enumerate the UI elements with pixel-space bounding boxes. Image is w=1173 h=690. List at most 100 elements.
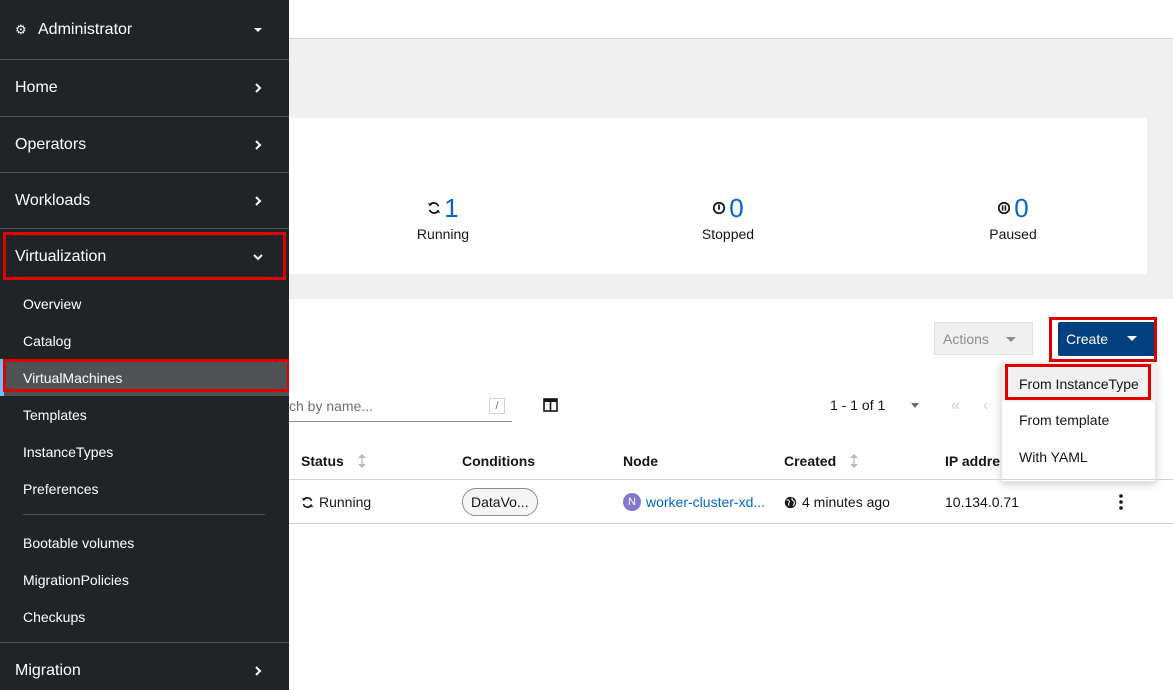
column-status[interactable]: Status: [301, 453, 366, 469]
status-stopped[interactable]: 0 Stopped: [658, 192, 798, 243]
sidebar-section-migration[interactable]: Migration: [0, 642, 289, 690]
sync-icon: [428, 202, 441, 214]
pagination-toggle[interactable]: 1 - 1 of 1: [830, 397, 920, 413]
row-status-label: Running: [319, 494, 372, 510]
pause-icon: [998, 201, 1011, 215]
sidebar-item-preferences[interactable]: Preferences: [0, 470, 289, 507]
sidebar-item-overview[interactable]: Overview: [0, 285, 289, 322]
menu-item-from-instancetype[interactable]: From InstanceType: [1002, 366, 1157, 402]
chevron-right-icon: [255, 665, 262, 676]
paused-label: Paused: [989, 226, 1037, 242]
first-page-icon[interactable]: «: [951, 397, 960, 415]
running-label: Running: [416, 226, 470, 242]
sidebar-item-migrationpolicies[interactable]: MigrationPolicies: [0, 561, 289, 598]
status-paused[interactable]: 0 Paused: [943, 192, 1083, 243]
column-conditions: Conditions: [462, 453, 535, 469]
stopped-count: 0: [729, 192, 744, 223]
paused-count: 0: [1014, 192, 1029, 223]
column-created[interactable]: Created: [784, 453, 859, 469]
gears-icon: ⚙: [15, 21, 27, 37]
prev-page-icon[interactable]: ‹: [983, 397, 988, 415]
sidebar-section-workloads[interactable]: Workloads: [0, 173, 289, 229]
condition-label: DataVo...: [471, 494, 529, 510]
row-ip: 10.134.0.71: [945, 494, 1019, 510]
sidebar-section-operators[interactable]: Operators: [0, 117, 289, 173]
sidebar-item-label: Templates: [23, 406, 87, 423]
actions-label: Actions: [943, 330, 989, 347]
sidebar-item-label: Bootable volumes: [23, 534, 135, 551]
node-badge: N: [623, 493, 641, 511]
power-off-icon: [713, 201, 726, 215]
sidebar-item-instancetypes[interactable]: InstanceTypes: [0, 433, 289, 470]
sidebar-item-virtualmachines[interactable]: VirtualMachines: [0, 359, 289, 396]
sidebar-item-label: Preferences: [23, 480, 99, 497]
sidebar-divider: [23, 514, 265, 515]
caret-down-icon: [1127, 336, 1137, 341]
search-placeholder: ch by name...: [289, 397, 374, 414]
sidebar-item-label: InstanceTypes: [23, 443, 114, 460]
sort-icon: [357, 454, 366, 468]
create-button[interactable]: Create: [1058, 322, 1155, 356]
column-label: Conditions: [462, 453, 536, 469]
sidebar-section-virtualization[interactable]: Virtualization: [0, 229, 289, 285]
chevron-right-icon: [255, 83, 262, 93]
row-ip-label: 10.134.0.71: [945, 494, 1019, 510]
search-input[interactable]: ch by name... /: [289, 390, 512, 422]
sidebar-item-label: Checkups: [23, 608, 86, 625]
chevron-right-icon: [255, 139, 262, 150]
menu-item-label: From InstanceType: [1019, 376, 1139, 392]
row-created-label: 4 minutes ago: [802, 494, 890, 510]
column-label: Status: [301, 453, 344, 469]
pagination-label: 1 - 1 of 1: [830, 397, 886, 413]
stopped-label: Stopped: [701, 226, 755, 242]
caret-down-icon: [254, 27, 262, 32]
globe-icon: [784, 496, 797, 508]
sidebar-item-checkups[interactable]: Checkups: [0, 598, 289, 635]
node-link[interactable]: worker-cluster-xd...: [646, 494, 765, 510]
column-ip-address[interactable]: IP addre: [945, 453, 1000, 469]
sync-icon: [301, 496, 314, 508]
top-bar: [289, 0, 1173, 39]
sidebar-item-templates[interactable]: Templates: [0, 396, 289, 433]
table-row: Running DataVo... N worker-cluster-xd...…: [289, 480, 1173, 524]
sidebar: ⚙ Administrator Home Operators Workloads…: [0, 0, 290, 690]
sidebar-item-label: VirtualMachines: [23, 369, 123, 386]
sidebar-item-label: Overview: [23, 295, 82, 312]
menu-item-label: From template: [1019, 412, 1110, 428]
sidebar-item-label: MigrationPolicies: [23, 571, 129, 588]
create-label: Create: [1066, 331, 1109, 347]
perspective-switcher[interactable]: ⚙ Administrator: [0, 0, 289, 60]
kebab-menu-icon[interactable]: [1118, 494, 1124, 510]
sort-icon: [850, 454, 859, 468]
chevron-right-icon: [255, 195, 262, 206]
sidebar-item-bootable-volumes[interactable]: Bootable volumes: [0, 524, 289, 561]
search-shortcut-hint: /: [489, 398, 505, 414]
column-node: Node: [623, 453, 658, 469]
row-created: 4 minutes ago: [784, 494, 890, 510]
column-label: IP addre: [945, 453, 1000, 469]
caret-down-icon: [911, 402, 920, 408]
manage-columns-icon[interactable]: [543, 398, 558, 412]
table-header: Status Conditions Node Created IP addre: [289, 443, 1173, 480]
actions-dropdown[interactable]: Actions: [934, 322, 1033, 355]
status-running[interactable]: 1 Running: [373, 192, 513, 243]
sidebar-item-catalog[interactable]: Catalog: [0, 322, 289, 359]
column-label: Node: [623, 453, 658, 469]
sidebar-item-label: Catalog: [23, 332, 72, 349]
row-node[interactable]: N worker-cluster-xd...: [623, 493, 765, 511]
sidebar-section-label: Operators: [15, 135, 87, 153]
sidebar-section-label: Migration: [15, 661, 81, 679]
chevron-down-icon: [253, 254, 263, 261]
sidebar-section-label: Home: [15, 79, 58, 96]
sidebar-section-label: Workloads: [15, 191, 91, 209]
sidebar-section-label: Virtualization: [15, 248, 107, 265]
condition-chip[interactable]: DataVo...: [462, 488, 538, 516]
caret-down-icon: [1006, 337, 1016, 342]
main-content: 1 Running 0 Stopped 0 Paused Actions Cre…: [289, 0, 1173, 690]
menu-item-from-template[interactable]: From template: [1002, 402, 1157, 438]
sidebar-section-home[interactable]: Home: [0, 60, 289, 117]
column-label: Created: [784, 453, 837, 469]
perspective-label: Administrator: [38, 20, 133, 38]
row-status: Running: [301, 494, 371, 510]
running-count: 1: [444, 192, 459, 223]
